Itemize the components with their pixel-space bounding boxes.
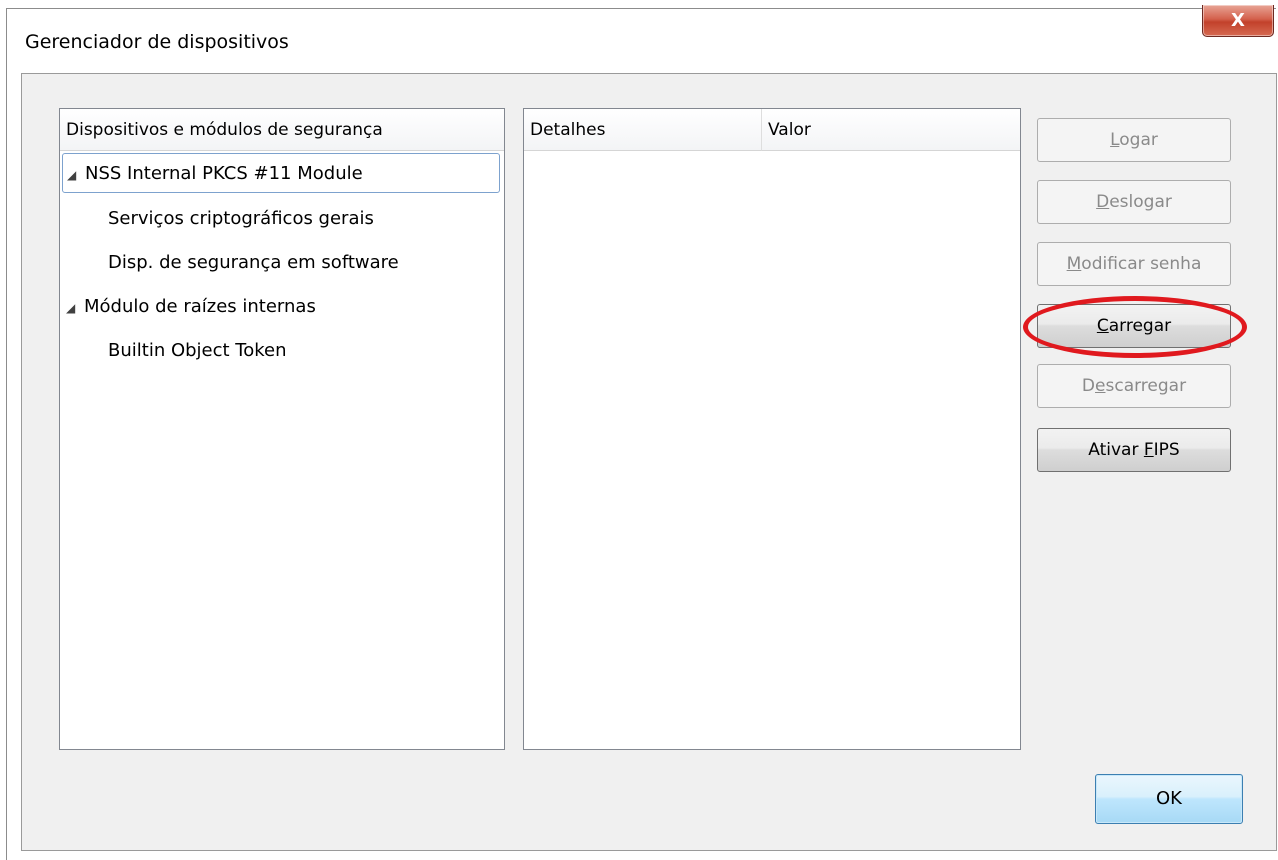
tree-item-label: NSS Internal PKCS #11 Module [85,163,363,184]
tree-item-crypto-services[interactable]: Serviços criptográficos gerais [62,199,500,239]
accelerator-key: M [1066,254,1082,274]
expand-triangle-icon[interactable]: ◢ [63,155,85,195]
devices-column-header[interactable]: Dispositivos e módulos de segurança [60,109,504,151]
tree-item-nss-internal-module[interactable]: ◢ NSS Internal PKCS #11 Module [62,153,500,193]
dialog-content: Dispositivos e módulos de segurança ◢ NSS… [21,73,1277,851]
tree-item-builtin-roots-module[interactable]: ◢ Módulo de raízes internas [62,287,500,327]
close-icon: X [1231,10,1245,31]
login-button[interactable]: Logar [1037,118,1231,162]
tree-item-label: Módulo de raízes internas [84,296,316,317]
details-column-header[interactable]: Detalhes [524,109,762,151]
device-manager-window: Gerenciador de dispositivos X Dispositiv… [6,5,1277,860]
load-button[interactable]: Carregar [1037,304,1231,348]
unload-button[interactable]: Descarregar [1037,364,1231,408]
title-bar: Gerenciador de dispositivos X [7,5,1276,77]
button-label-part: D [1081,376,1096,396]
tree-item-label: Disp. de segurança em software [108,252,399,273]
button-label-part: IPS [1153,440,1180,460]
accelerator-key: C [1096,316,1109,336]
details-table[interactable]: Detalhes Valor [523,108,1021,750]
ok-button[interactable]: OK [1095,774,1243,824]
accelerator-key: L [1110,130,1120,150]
tree-item-software-security-device[interactable]: Disp. de segurança em software [62,243,500,283]
button-label-part: odificar senha [1081,254,1202,274]
button-label-part: eslogar [1109,192,1172,212]
value-column-header[interactable]: Valor [762,109,1020,151]
enable-fips-button[interactable]: Ativar FIPS [1037,428,1231,472]
accelerator-key: F [1143,440,1154,460]
tree-item-label: Serviços criptográficos gerais [108,208,374,229]
accelerator-key: e [1095,376,1106,396]
tree-item-builtin-object-token[interactable]: Builtin Object Token [62,331,500,371]
button-label-part: arregar [1108,316,1172,336]
devices-tree[interactable]: Dispositivos e módulos de segurança ◢ NSS… [59,108,505,750]
button-label-part: ogar [1119,130,1158,150]
change-password-button[interactable]: Modificar senha [1037,242,1231,286]
window-title: Gerenciador de dispositivos [25,31,289,53]
button-label-part: scarregar [1105,376,1187,396]
accelerator-key: D [1096,192,1110,212]
close-button[interactable]: X [1202,5,1274,37]
tree-item-label: Builtin Object Token [108,340,287,361]
logout-button[interactable]: Deslogar [1037,180,1231,224]
expand-triangle-icon[interactable]: ◢ [62,288,84,328]
button-label-part: Ativar [1088,440,1144,460]
